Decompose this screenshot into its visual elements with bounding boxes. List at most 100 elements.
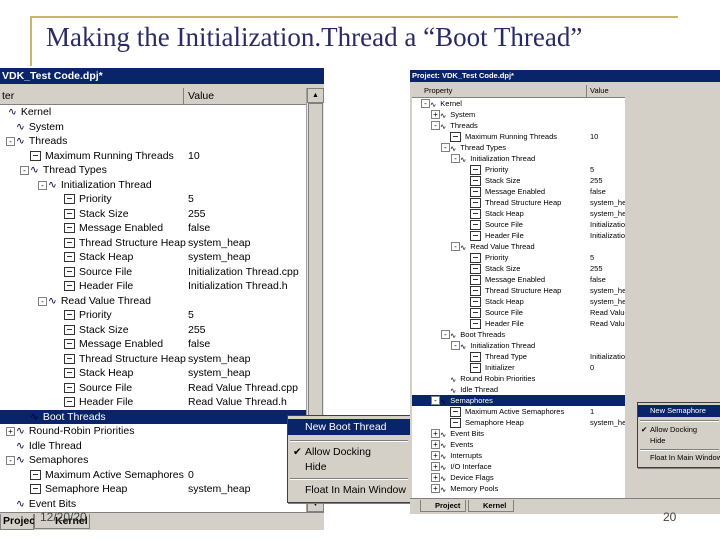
- right-tree-row[interactable]: Initializer 0: [412, 362, 625, 374]
- left-tree-row[interactable]: Priority 5: [0, 192, 306, 207]
- left-tree-row[interactable]: ∿ Boot Threads: [0, 409, 306, 424]
- collapse-icon[interactable]: -: [441, 330, 450, 339]
- menu-item-hide[interactable]: Hide: [288, 459, 410, 475]
- collapse-icon[interactable]: -: [38, 180, 47, 190]
- left-tree-row[interactable]: - ∿ Thread Types: [0, 163, 306, 178]
- right-tab-kernel[interactable]: Kernel: [468, 500, 514, 512]
- right-column-header-property[interactable]: Property: [424, 85, 452, 97]
- left-property-grid[interactable]: ter Value ∿ Kernel ∿ System - ∿ Threads Maximum…: [0, 88, 306, 512]
- expand-icon[interactable]: +: [431, 451, 440, 460]
- right-tree-row[interactable]: Priority 5: [412, 252, 625, 264]
- left-tree-row[interactable]: Semaphore Heap system_heap: [0, 482, 306, 497]
- right-tree-row[interactable]: + ∿ Interrupts: [412, 450, 625, 461]
- right-tree-row[interactable]: Header File Initialization Thread.h: [412, 230, 625, 242]
- right-tree-row[interactable]: Message Enabled false: [412, 186, 625, 198]
- right-window-title-bar[interactable]: Project: VDK_Test Code.dpj*: [410, 70, 720, 82]
- right-tree-row[interactable]: ∿ Round Robin Priorities: [412, 373, 625, 384]
- right-tree-row[interactable]: - ∿ Initialization Thread: [412, 340, 625, 351]
- left-tree-row[interactable]: - ∿ Threads: [0, 134, 306, 149]
- left-tree-row[interactable]: Stack Heap system_heap: [0, 250, 306, 265]
- expand-icon[interactable]: +: [6, 427, 15, 436]
- expand-icon[interactable]: +: [431, 429, 440, 438]
- left-tree-row[interactable]: Stack Heap system_heap: [0, 366, 306, 381]
- right-tree-row[interactable]: + ∿ System: [412, 109, 625, 120]
- right-tree-row[interactable]: Stack Size 255: [412, 175, 625, 187]
- left-tree-row[interactable]: Thread Structure Heap system_heap: [0, 352, 306, 367]
- right-tree-row[interactable]: Thread Type Initialization Thread: [412, 351, 625, 363]
- left-tree-row[interactable]: - ∿ Initialization Thread: [0, 178, 306, 193]
- right-tree-row[interactable]: Message Enabled false: [412, 274, 625, 286]
- right-tree-row[interactable]: + ∿ I/O Interface: [412, 461, 625, 472]
- right-property-grid[interactable]: Property Value - ∿ Kernel + ∿ System - ∿ Threads…: [412, 85, 625, 499]
- right-tree-row[interactable]: - ∿ Initialization Thread: [412, 153, 625, 164]
- right-tree-row[interactable]: + ∿ Memory Pools: [412, 483, 625, 494]
- menu-item-allow-docking[interactable]: ✔ Allow Docking: [288, 444, 410, 460]
- right-tree-row[interactable]: + ∿ Event Bits: [412, 428, 625, 439]
- left-tree-row[interactable]: + ∿ Round-Robin Priorities: [0, 424, 306, 439]
- right-tree-row[interactable]: Maximum Active Semaphores 1: [412, 406, 625, 418]
- left-tree-row[interactable]: Source File Read Value Thread.cpp: [0, 381, 306, 396]
- collapse-icon[interactable]: -: [421, 99, 430, 108]
- right-tree-row[interactable]: Thread Structure Heap system_heap: [412, 197, 625, 209]
- right-tree-row[interactable]: - ∿ Thread Types: [412, 142, 625, 153]
- menu-item-hide-right[interactable]: Hide: [638, 435, 720, 446]
- left-tree-row[interactable]: Stack Size 255: [0, 207, 306, 222]
- menu-item-new-boot-thread[interactable]: New Boot Thread: [288, 419, 410, 435]
- left-scroll-up-button[interactable]: ▲: [307, 88, 324, 103]
- right-tree-row[interactable]: Source File Initialization Thread.cpp: [412, 219, 625, 231]
- right-tree-row[interactable]: - ∿ Threads: [412, 120, 625, 131]
- expand-icon[interactable]: +: [431, 110, 440, 119]
- right-tree-row[interactable]: ∿ Idle Thread: [412, 384, 625, 395]
- expand-icon[interactable]: +: [431, 473, 440, 482]
- collapse-icon[interactable]: -: [451, 242, 460, 251]
- right-column-divider[interactable]: [586, 85, 587, 97]
- collapse-icon[interactable]: -: [431, 396, 440, 405]
- right-tree-row[interactable]: Stack Heap system_heap: [412, 208, 625, 220]
- left-tree-row[interactable]: Maximum Running Threads 10: [0, 149, 306, 164]
- left-scroll-thumb[interactable]: [308, 103, 323, 435]
- collapse-icon[interactable]: -: [6, 137, 15, 146]
- left-tree-row[interactable]: Source File Initialization Thread.cpp: [0, 265, 306, 280]
- right-tree-row[interactable]: Stack Heap system_heap: [412, 296, 625, 308]
- left-column-header-value[interactable]: Value: [188, 88, 214, 104]
- left-tree-row[interactable]: - ∿ Semaphores: [0, 453, 306, 468]
- expand-icon[interactable]: +: [431, 484, 440, 493]
- collapse-icon[interactable]: -: [431, 121, 440, 130]
- left-tree-row[interactable]: ∿ Idle Thread: [0, 439, 306, 454]
- left-tree-row[interactable]: Header File Read Value Thread.h: [0, 395, 306, 410]
- collapse-icon[interactable]: -: [38, 296, 47, 306]
- left-tree-row[interactable]: Maximum Active Semaphores 0: [0, 468, 306, 483]
- right-tree-row[interactable]: - ∿ Boot Threads: [412, 329, 625, 340]
- left-tree-row[interactable]: Thread Structure Heap system_heap: [0, 236, 306, 251]
- left-tree-row[interactable]: ∿ Event Bits: [0, 497, 306, 512]
- right-tree-row[interactable]: Source File Read Value Thread.cpp: [412, 307, 625, 319]
- left-window-title-bar[interactable]: VDK_Test Code.dpj*: [0, 68, 324, 84]
- left-tab-project[interactable]: Project: [0, 514, 39, 530]
- right-tree-row[interactable]: Header File Read Value Thread.h: [412, 318, 625, 330]
- menu-item-float-in-main-window[interactable]: Float In Main Window: [288, 482, 410, 498]
- right-tab-project[interactable]: Project: [420, 500, 466, 512]
- right-tree-row[interactable]: Priority 5: [412, 164, 625, 176]
- left-tree-row[interactable]: Header File Initialization Thread.h: [0, 279, 306, 294]
- left-tree-row[interactable]: Priority 5: [0, 308, 306, 323]
- left-column-header-property[interactable]: ter: [2, 88, 14, 104]
- collapse-icon[interactable]: -: [20, 166, 29, 175]
- right-tree-row[interactable]: Stack Size 255: [412, 263, 625, 275]
- collapse-icon[interactable]: -: [451, 341, 460, 350]
- left-tree-row[interactable]: - ∿ Read Value Thread: [0, 294, 306, 309]
- menu-item-float-in-main-window-right[interactable]: Float In Main Window: [638, 452, 720, 464]
- right-tree-row[interactable]: - ∿ Semaphores: [412, 395, 625, 406]
- right-tree-row[interactable]: + ∿ Device Flags: [412, 472, 625, 483]
- right-tree-row[interactable]: + ∿ Events: [412, 439, 625, 450]
- expand-icon[interactable]: +: [431, 462, 440, 471]
- right-tree-row[interactable]: Semaphore Heap system_heap: [412, 417, 625, 429]
- left-column-divider[interactable]: [183, 88, 184, 104]
- expand-icon[interactable]: +: [431, 440, 440, 449]
- right-tree-row[interactable]: - ∿ Kernel: [412, 98, 625, 109]
- left-tree-row[interactable]: Stack Size 255: [0, 323, 306, 338]
- left-tree-row[interactable]: ∿ System: [0, 120, 306, 135]
- left-tree-row[interactable]: Message Enabled false: [0, 221, 306, 236]
- left-tree-row[interactable]: ∿ Kernel: [0, 105, 306, 120]
- right-tree-row[interactable]: Thread Structure Heap system_heap: [412, 285, 625, 297]
- collapse-icon[interactable]: -: [451, 154, 460, 163]
